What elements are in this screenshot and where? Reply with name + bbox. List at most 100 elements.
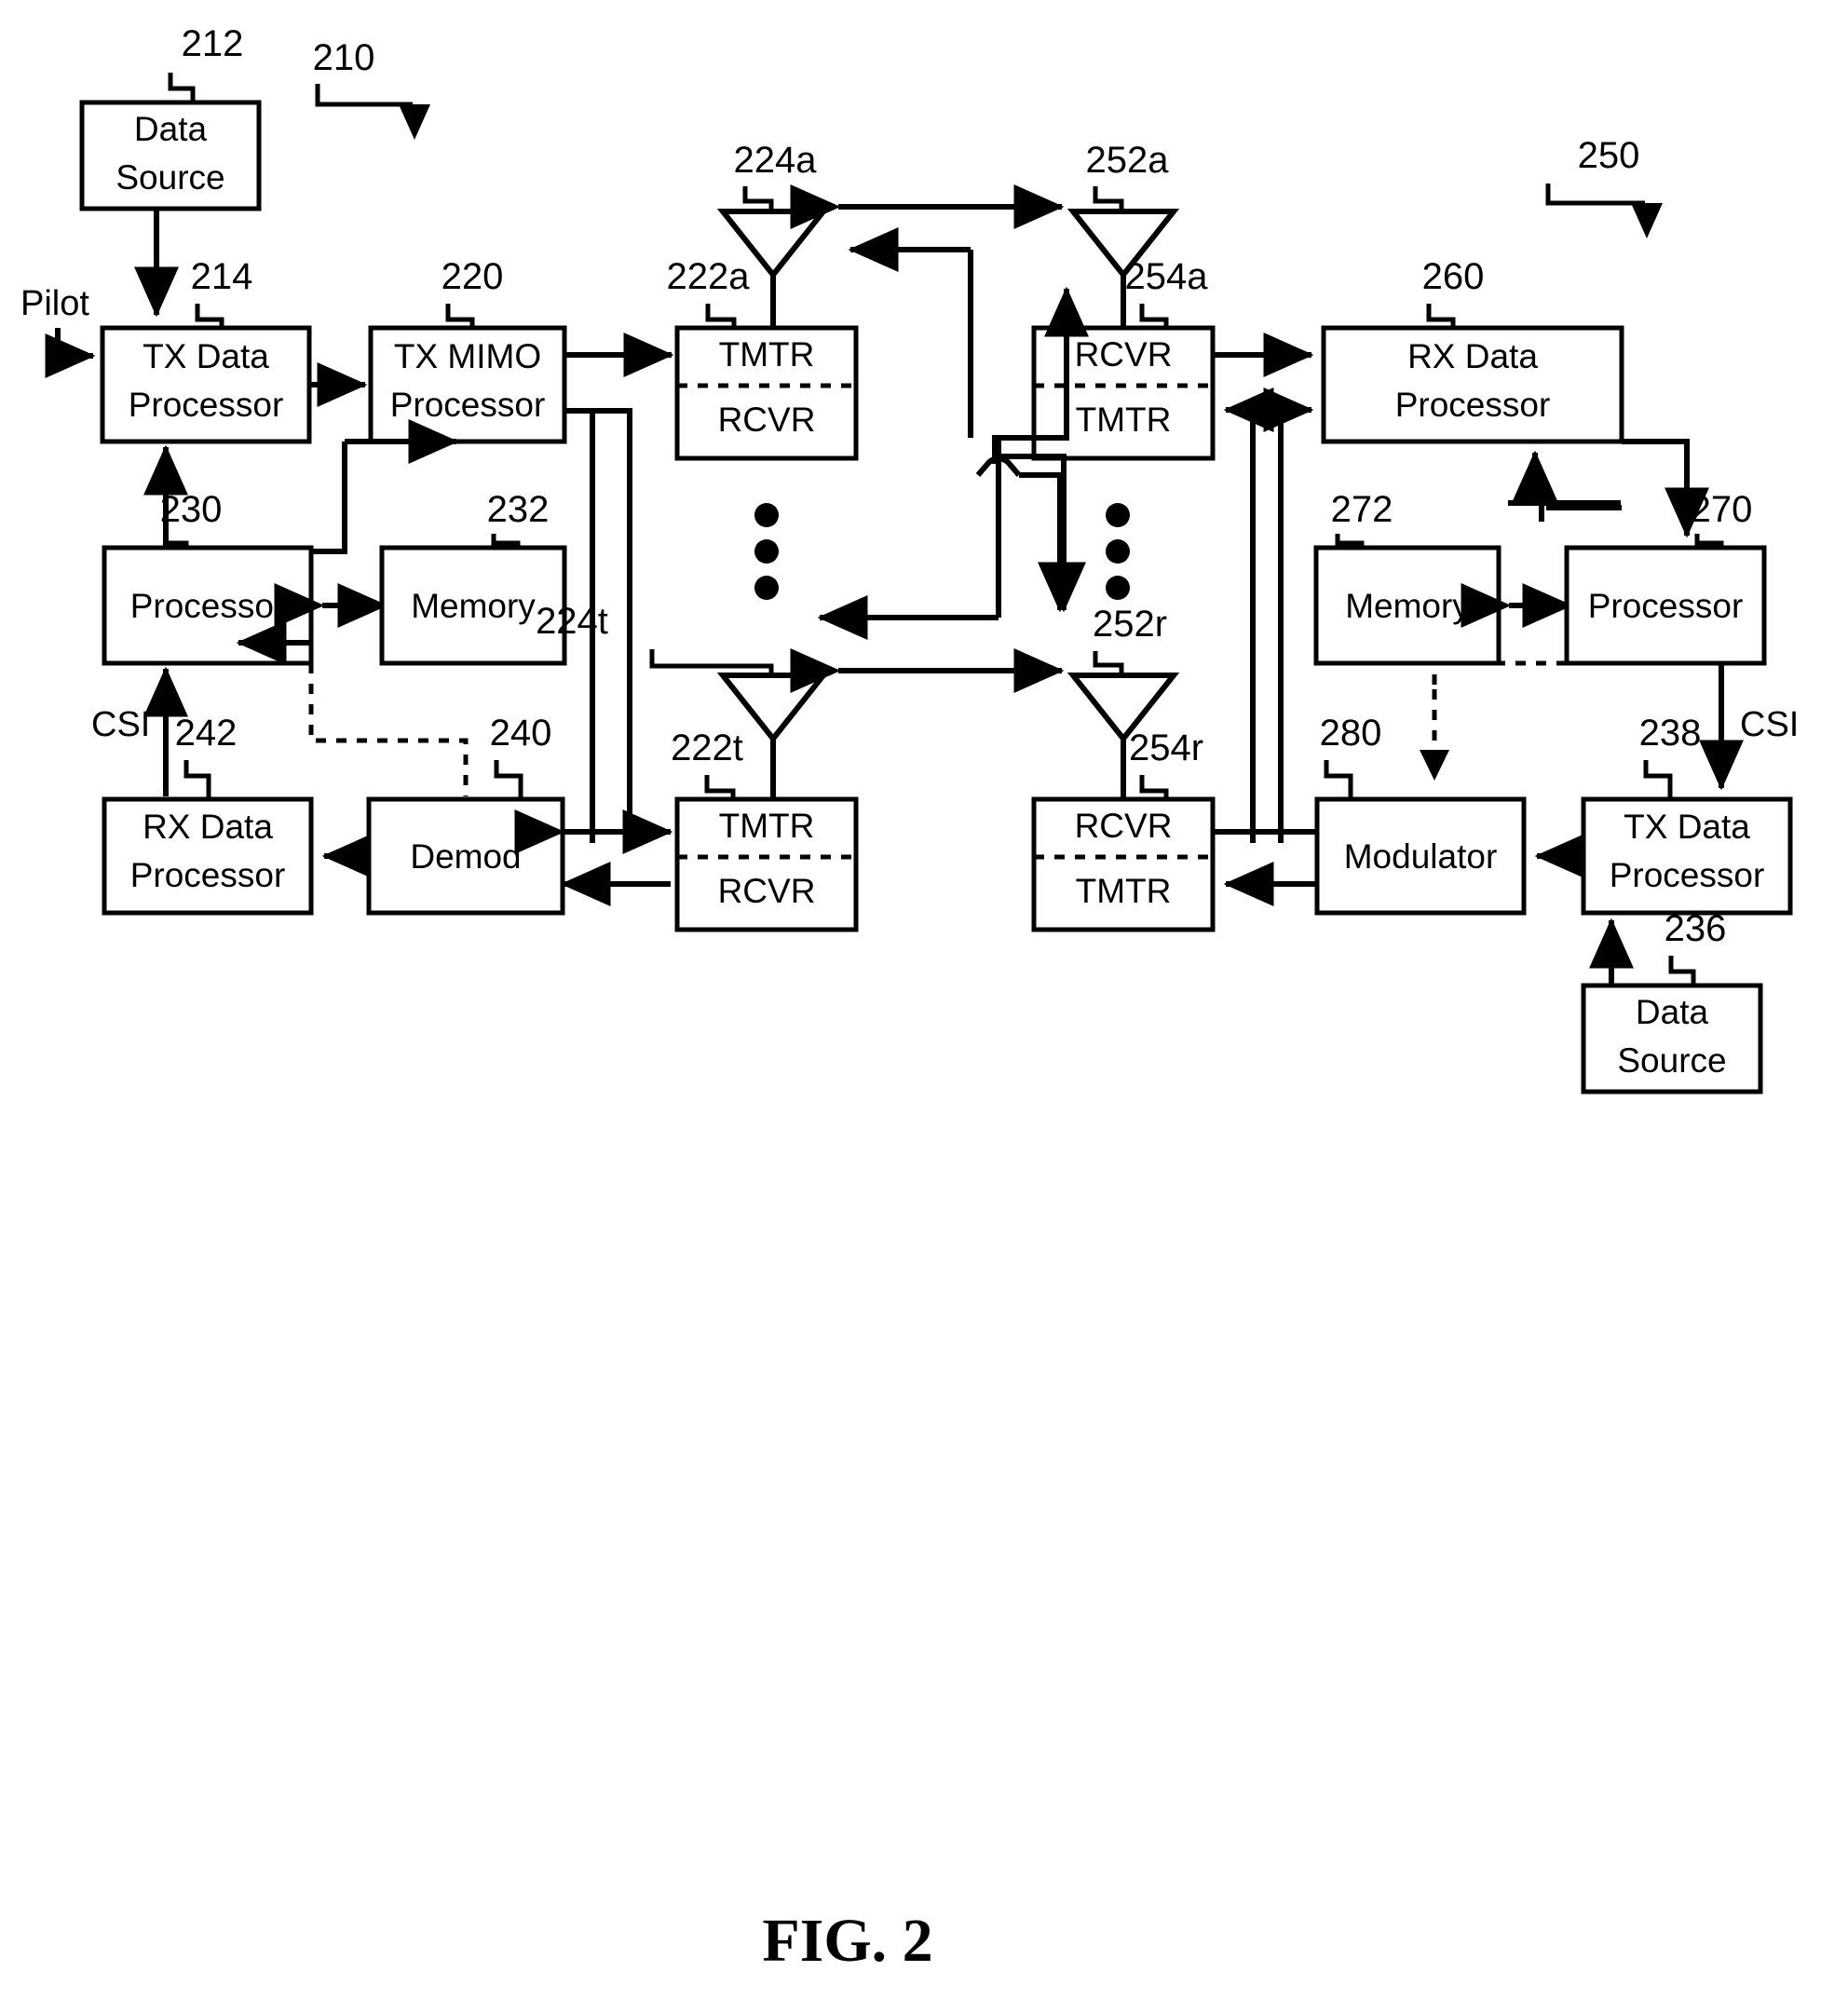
- ref-222t-label: 222t: [671, 727, 743, 768]
- rx-data-left-line1: RX Data: [143, 808, 273, 846]
- antenna-224a: 224a: [716, 140, 830, 328]
- tmtr-254a-label: TMTR: [1076, 401, 1172, 439]
- antenna-252a: 252a: [1067, 140, 1180, 328]
- dotted-processor-to-modulator: [1420, 660, 1567, 781]
- csi-right: CSI: [1699, 663, 1799, 791]
- block-rx-data-processor-right[interactable]: RX Data Processor: [1321, 325, 1624, 444]
- tmtr-222t-label: TMTR: [719, 807, 815, 845]
- processor-right-label: Processor: [1588, 587, 1744, 625]
- wire-proc230-to-txmimo-seg: [248, 442, 347, 554]
- csi-left-label: CSI: [91, 705, 150, 744]
- figure-caption: FIG. 2: [762, 1907, 932, 1975]
- rcvr-222t-label: RCVR: [718, 872, 816, 910]
- block-processor-right[interactable]: Processor: [1564, 545, 1767, 666]
- ref-260: 260: [1422, 256, 1485, 328]
- system-ref-210: 210: [313, 37, 430, 140]
- wire-rxdata-to-processor270: [1622, 439, 1709, 538]
- ref-222a-label: 222a: [667, 256, 751, 297]
- block-data-source-tx[interactable]: Data Source: [79, 100, 262, 211]
- ref-224t-label: 224t: [536, 601, 608, 642]
- ref-222a: 222a: [667, 256, 751, 328]
- ref-280-label: 280: [1320, 713, 1382, 754]
- tmtr-222a-label: TMTR: [719, 335, 815, 374]
- block-rcvr-tmtr-254r[interactable]: RCVR TMTR: [1031, 796, 1216, 932]
- ref-236-label: 236: [1665, 908, 1727, 949]
- ref-270-label: 270: [1691, 489, 1753, 530]
- antenna-252r: 252r: [1067, 604, 1180, 799]
- block-diagram-canvas: 210 250 Data Source 212 Pilot TX Data Pr…: [20, 23, 1799, 1975]
- tx-mimo-line1: TX MIMO: [394, 337, 541, 375]
- ref-232-label: 232: [487, 489, 550, 530]
- dotted-demod-to-processor: [308, 663, 469, 796]
- rcvr-254a-label: RCVR: [1075, 335, 1173, 374]
- tx-data-right-line2: Processor: [1610, 856, 1765, 894]
- ref-232: 232: [487, 489, 550, 548]
- block-rx-data-processor-left[interactable]: RX Data Processor: [102, 796, 314, 916]
- ref-236: 236: [1665, 908, 1727, 986]
- ref-238-label: 238: [1639, 713, 1702, 754]
- ref-242: 242: [175, 713, 238, 799]
- demod-label: Demod: [410, 837, 521, 876]
- csi-left: CSI: [91, 666, 188, 796]
- ref-272: 272: [1331, 489, 1393, 548]
- data-source-tx-line2: Source: [116, 158, 224, 197]
- block-tx-data-processor-right[interactable]: TX Data Processor: [1581, 796, 1793, 916]
- block-demod[interactable]: Demod: [366, 796, 565, 916]
- block-tx-data-processor[interactable]: TX Data Processor: [100, 325, 312, 444]
- ref-238: 238: [1639, 713, 1702, 799]
- ref-222t: 222t: [671, 727, 743, 799]
- block-data-source-rx[interactable]: Data Source: [1581, 983, 1763, 1094]
- tx-data-proc-line1: TX Data: [143, 337, 269, 375]
- tmtr-254r-label: TMTR: [1076, 872, 1172, 910]
- ref-212: 212: [168, 23, 244, 102]
- csi-right-label: CSI: [1740, 705, 1799, 744]
- rx-data-left-line2: Processor: [130, 856, 286, 894]
- pilot-label: Pilot: [20, 284, 89, 323]
- ref-240: 240: [490, 713, 552, 799]
- tx-data-proc-line2: Processor: [129, 386, 284, 424]
- ref-214-label: 214: [191, 256, 253, 297]
- antenna-224t: 224t: [536, 601, 830, 799]
- block-modulator[interactable]: Modulator: [1314, 796, 1527, 916]
- ellipsis-dots-left: [754, 503, 779, 600]
- block-tmtr-rcvr-222t[interactable]: TMTR RCVR: [674, 796, 859, 932]
- ref-252a-label: 252a: [1086, 140, 1170, 181]
- ellipsis-dots-right: [1106, 503, 1130, 600]
- patent-figure-page: 210 250 Data Source 212 Pilot TX Data Pr…: [0, 0, 1848, 2012]
- block-tmtr-rcvr-222a[interactable]: TMTR RCVR: [674, 325, 859, 461]
- ref-242-label: 242: [175, 713, 238, 754]
- dotted-arrowhead-modulator: [1420, 750, 1449, 781]
- ref-250-label: 250: [1578, 135, 1640, 176]
- system-ref-250: 250: [1545, 135, 1663, 238]
- ref-260-label: 260: [1422, 256, 1485, 297]
- ref-230-label: 230: [160, 489, 223, 530]
- block-tx-mimo-processor[interactable]: TX MIMO Processor: [368, 325, 567, 444]
- ref-230: 230: [160, 489, 223, 548]
- ref-214: 214: [191, 256, 253, 328]
- block-memory-right[interactable]: Memory: [1313, 545, 1502, 666]
- ref-270: 270: [1691, 489, 1753, 548]
- pilot-input: Pilot: [20, 284, 96, 378]
- ref-212-label: 212: [182, 23, 244, 64]
- bus-lower-to-rxdata: [1263, 387, 1314, 843]
- block-processor-left[interactable]: Processor: [102, 545, 314, 666]
- tx-data-right-line1: TX Data: [1624, 808, 1750, 846]
- ref-254r-label: 254r: [1129, 727, 1203, 768]
- memory-left-label: Memory: [411, 587, 536, 625]
- ref-220-label: 220: [442, 256, 504, 297]
- rx-data-right-line1: RX Data: [1407, 337, 1538, 375]
- pointer-triangle-250: [1631, 203, 1663, 238]
- bus-lower-to-254a: [1223, 387, 1274, 843]
- memory-right-label: Memory: [1345, 587, 1470, 625]
- rx-data-right-line2: Processor: [1395, 386, 1551, 424]
- modulator-label: Modulator: [1344, 837, 1498, 876]
- ref-210-label: 210: [313, 37, 375, 78]
- uplink-branch: [992, 454, 1086, 613]
- processor-left-label: Processor: [130, 587, 286, 625]
- rcvr-222a-label: RCVR: [718, 401, 816, 439]
- ref-254a: 254a: [1125, 256, 1208, 328]
- data-source-rx-line1: Data: [1636, 993, 1709, 1031]
- ref-240-label: 240: [490, 713, 552, 754]
- crossover-junction: [975, 455, 1082, 613]
- ref-224a-label: 224a: [734, 140, 818, 181]
